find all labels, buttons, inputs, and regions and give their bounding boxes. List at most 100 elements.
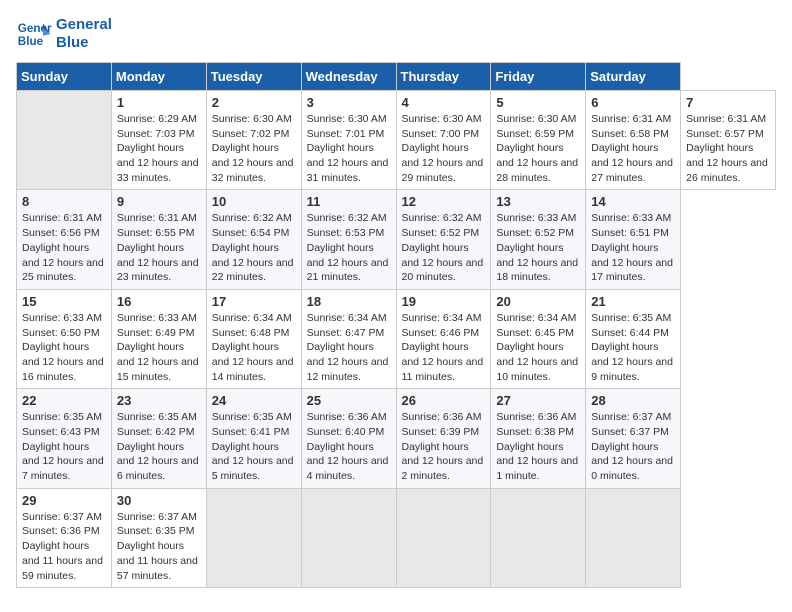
cell-info: Sunrise: 6:30 AMSunset: 7:00 PMDaylight … [402, 113, 484, 184]
cell-info: Sunrise: 6:31 AMSunset: 6:58 PMDaylight … [591, 113, 673, 184]
cell-info: Sunrise: 6:37 AMSunset: 6:35 PMDaylight … [117, 511, 198, 582]
cell-info: Sunrise: 6:33 AMSunset: 6:51 PMDaylight … [591, 212, 673, 283]
calendar-cell: 8 Sunrise: 6:31 AMSunset: 6:56 PMDayligh… [17, 190, 112, 289]
cell-info: Sunrise: 6:36 AMSunset: 6:40 PMDaylight … [307, 411, 389, 482]
cell-info: Sunrise: 6:30 AMSunset: 6:59 PMDaylight … [496, 113, 578, 184]
cell-info: Sunrise: 6:35 AMSunset: 6:41 PMDaylight … [212, 411, 294, 482]
day-number: 13 [496, 194, 580, 209]
weekday-header: Monday [111, 63, 206, 91]
cell-info: Sunrise: 6:37 AMSunset: 6:37 PMDaylight … [591, 411, 673, 482]
calendar-week-row: 29 Sunrise: 6:37 AMSunset: 6:36 PMDaylig… [17, 488, 776, 587]
day-number: 18 [307, 294, 391, 309]
calendar-cell: 26 Sunrise: 6:36 AMSunset: 6:39 PMDaylig… [396, 389, 491, 488]
cell-info: Sunrise: 6:32 AMSunset: 6:52 PMDaylight … [402, 212, 484, 283]
calendar-cell: 9 Sunrise: 6:31 AMSunset: 6:55 PMDayligh… [111, 190, 206, 289]
page-header: General Blue General Blue [16, 16, 776, 52]
day-number: 11 [307, 194, 391, 209]
cell-info: Sunrise: 6:35 AMSunset: 6:43 PMDaylight … [22, 411, 104, 482]
cell-info: Sunrise: 6:36 AMSunset: 6:38 PMDaylight … [496, 411, 578, 482]
day-number: 30 [117, 493, 201, 508]
calendar-cell: 12 Sunrise: 6:32 AMSunset: 6:52 PMDaylig… [396, 190, 491, 289]
cell-info: Sunrise: 6:30 AMSunset: 7:01 PMDaylight … [307, 113, 389, 184]
calendar-cell: 14 Sunrise: 6:33 AMSunset: 6:51 PMDaylig… [586, 190, 681, 289]
day-number: 23 [117, 393, 201, 408]
cell-info: Sunrise: 6:33 AMSunset: 6:49 PMDaylight … [117, 312, 199, 383]
weekday-header: Tuesday [206, 63, 301, 91]
day-number: 5 [496, 95, 580, 110]
day-number: 25 [307, 393, 391, 408]
calendar-cell: 24 Sunrise: 6:35 AMSunset: 6:41 PMDaylig… [206, 389, 301, 488]
calendar-week-row: 22 Sunrise: 6:35 AMSunset: 6:43 PMDaylig… [17, 389, 776, 488]
calendar-cell: 23 Sunrise: 6:35 AMSunset: 6:42 PMDaylig… [111, 389, 206, 488]
calendar-cell: 6 Sunrise: 6:31 AMSunset: 6:58 PMDayligh… [586, 91, 681, 190]
calendar-cell [206, 488, 301, 587]
weekday-header: Saturday [586, 63, 681, 91]
cell-info: Sunrise: 6:31 AMSunset: 6:55 PMDaylight … [117, 212, 199, 283]
cell-info: Sunrise: 6:30 AMSunset: 7:02 PMDaylight … [212, 113, 294, 184]
calendar-cell: 1 Sunrise: 6:29 AMSunset: 7:03 PMDayligh… [111, 91, 206, 190]
cell-info: Sunrise: 6:32 AMSunset: 6:54 PMDaylight … [212, 212, 294, 283]
weekday-header: Friday [491, 63, 586, 91]
day-number: 20 [496, 294, 580, 309]
day-number: 3 [307, 95, 391, 110]
day-number: 19 [402, 294, 486, 309]
weekday-header: Sunday [17, 63, 112, 91]
calendar-cell: 29 Sunrise: 6:37 AMSunset: 6:36 PMDaylig… [17, 488, 112, 587]
day-number: 17 [212, 294, 296, 309]
day-number: 21 [591, 294, 675, 309]
calendar-cell: 13 Sunrise: 6:33 AMSunset: 6:52 PMDaylig… [491, 190, 586, 289]
calendar-cell: 5 Sunrise: 6:30 AMSunset: 6:59 PMDayligh… [491, 91, 586, 190]
day-number: 15 [22, 294, 106, 309]
calendar-cell: 18 Sunrise: 6:34 AMSunset: 6:47 PMDaylig… [301, 289, 396, 388]
cell-info: Sunrise: 6:31 AMSunset: 6:56 PMDaylight … [22, 212, 104, 283]
logo-icon: General Blue [16, 16, 52, 52]
cell-info: Sunrise: 6:34 AMSunset: 6:48 PMDaylight … [212, 312, 294, 383]
day-number: 7 [686, 95, 770, 110]
calendar-cell [586, 488, 681, 587]
day-number: 2 [212, 95, 296, 110]
day-number: 28 [591, 393, 675, 408]
svg-text:Blue: Blue [18, 35, 44, 48]
day-number: 29 [22, 493, 106, 508]
calendar-cell: 11 Sunrise: 6:32 AMSunset: 6:53 PMDaylig… [301, 190, 396, 289]
cell-info: Sunrise: 6:34 AMSunset: 6:47 PMDaylight … [307, 312, 389, 383]
calendar-cell: 2 Sunrise: 6:30 AMSunset: 7:02 PMDayligh… [206, 91, 301, 190]
cell-info: Sunrise: 6:37 AMSunset: 6:36 PMDaylight … [22, 511, 103, 582]
calendar-body: 1 Sunrise: 6:29 AMSunset: 7:03 PMDayligh… [17, 91, 776, 588]
calendar-week-row: 15 Sunrise: 6:33 AMSunset: 6:50 PMDaylig… [17, 289, 776, 388]
weekday-header: Thursday [396, 63, 491, 91]
calendar-cell [491, 488, 586, 587]
cell-info: Sunrise: 6:33 AMSunset: 6:50 PMDaylight … [22, 312, 104, 383]
cell-info: Sunrise: 6:34 AMSunset: 6:45 PMDaylight … [496, 312, 578, 383]
calendar-cell: 10 Sunrise: 6:32 AMSunset: 6:54 PMDaylig… [206, 190, 301, 289]
calendar-cell: 21 Sunrise: 6:35 AMSunset: 6:44 PMDaylig… [586, 289, 681, 388]
calendar-cell: 22 Sunrise: 6:35 AMSunset: 6:43 PMDaylig… [17, 389, 112, 488]
calendar-cell [396, 488, 491, 587]
day-number: 8 [22, 194, 106, 209]
calendar-header-row: SundayMondayTuesdayWednesdayThursdayFrid… [17, 63, 776, 91]
day-number: 6 [591, 95, 675, 110]
calendar-cell: 4 Sunrise: 6:30 AMSunset: 7:00 PMDayligh… [396, 91, 491, 190]
day-number: 10 [212, 194, 296, 209]
cell-info: Sunrise: 6:34 AMSunset: 6:46 PMDaylight … [402, 312, 484, 383]
calendar-cell: 19 Sunrise: 6:34 AMSunset: 6:46 PMDaylig… [396, 289, 491, 388]
cell-info: Sunrise: 6:36 AMSunset: 6:39 PMDaylight … [402, 411, 484, 482]
cell-info: Sunrise: 6:35 AMSunset: 6:44 PMDaylight … [591, 312, 673, 383]
day-number: 26 [402, 393, 486, 408]
calendar-week-row: 1 Sunrise: 6:29 AMSunset: 7:03 PMDayligh… [17, 91, 776, 190]
day-number: 1 [117, 95, 201, 110]
day-number: 27 [496, 393, 580, 408]
day-number: 14 [591, 194, 675, 209]
day-number: 22 [22, 393, 106, 408]
cell-info: Sunrise: 6:31 AMSunset: 6:57 PMDaylight … [686, 113, 768, 184]
calendar-cell: 15 Sunrise: 6:33 AMSunset: 6:50 PMDaylig… [17, 289, 112, 388]
calendar-week-row: 8 Sunrise: 6:31 AMSunset: 6:56 PMDayligh… [17, 190, 776, 289]
day-number: 24 [212, 393, 296, 408]
calendar-table: SundayMondayTuesdayWednesdayThursdayFrid… [16, 62, 776, 588]
calendar-cell: 20 Sunrise: 6:34 AMSunset: 6:45 PMDaylig… [491, 289, 586, 388]
calendar-cell [17, 91, 112, 190]
cell-info: Sunrise: 6:33 AMSunset: 6:52 PMDaylight … [496, 212, 578, 283]
calendar-cell: 30 Sunrise: 6:37 AMSunset: 6:35 PMDaylig… [111, 488, 206, 587]
calendar-cell: 17 Sunrise: 6:34 AMSunset: 6:48 PMDaylig… [206, 289, 301, 388]
calendar-cell [301, 488, 396, 587]
